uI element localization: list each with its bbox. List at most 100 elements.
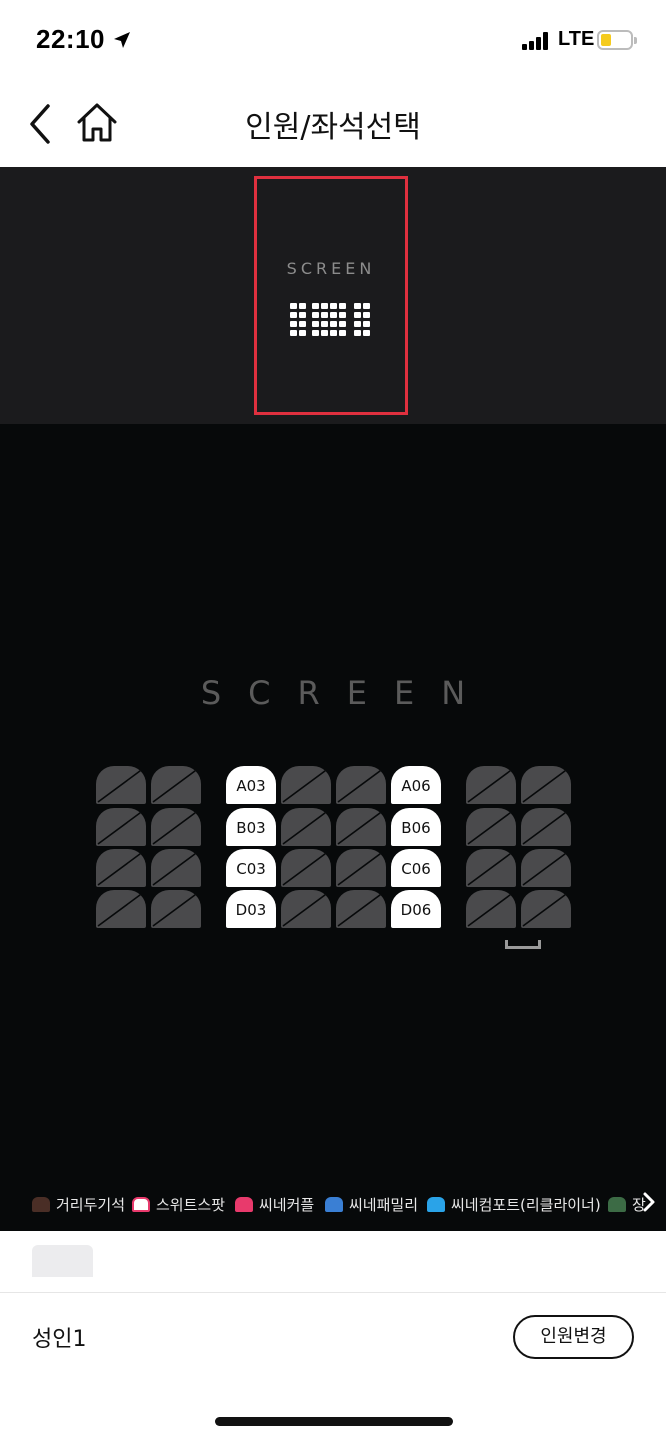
location-arrow-icon — [114, 32, 130, 48]
seat-unavailable — [521, 808, 571, 846]
seat-unavailable — [151, 849, 201, 887]
seat-unavailable — [281, 766, 331, 804]
seat-available[interactable]: D06 — [391, 890, 441, 928]
minimap-seat-dot — [312, 303, 319, 309]
minimap-seat-dot — [339, 330, 346, 336]
page-title: 인원/좌석선택 — [245, 110, 421, 145]
seat-map: SCREEN A03 A06 B03 B06 C03 C06 D03 D06 — [0, 424, 666, 1231]
minimap-seat-dot — [363, 312, 370, 318]
legend-label: 씨네패밀리 — [349, 1195, 419, 1214]
minimap-seat-dot — [299, 303, 306, 309]
seat-unavailable — [336, 808, 386, 846]
seat-unavailable — [466, 766, 516, 804]
minimap-seat-dot — [363, 303, 370, 309]
minimap-seat-dot — [354, 303, 361, 309]
minimap-seat-dot — [354, 330, 361, 336]
legend-label: 씨네커플 — [259, 1195, 315, 1214]
screen-label: SCREEN — [200, 674, 493, 712]
legend-item-cine-family: 씨네패밀리 — [325, 1184, 418, 1224]
seat-available[interactable]: C06 — [391, 849, 441, 887]
minimap-seat-grid — [290, 303, 376, 343]
seat-unavailable — [151, 808, 201, 846]
minimap-seat-dot — [339, 321, 346, 327]
minimap-seat-dot — [321, 312, 328, 318]
seat-available[interactable]: D03 — [226, 890, 276, 928]
home-indicator — [215, 1417, 453, 1426]
minimap-seat-dot — [363, 321, 370, 327]
legend-label: 씨네컴포트(리클라이너) — [451, 1195, 601, 1214]
seat-available[interactable]: A06 — [391, 766, 441, 804]
seat-unavailable — [151, 766, 201, 804]
seat-legend: 거리두기석 스위트스팟 씨네커플 씨네패밀리 씨네컴포트(리클라이너) 장 — [0, 1184, 666, 1224]
bottom-panel: 성인1 인원변경 — [0, 1231, 666, 1441]
change-people-button[interactable]: 인원변경 — [513, 1315, 634, 1359]
minimap-seat-dot — [321, 303, 328, 309]
legend-item-sweet-spot: 스위트스팟 — [132, 1184, 225, 1224]
bottom-tab-chip[interactable] — [32, 1245, 93, 1277]
minimap-viewport-frame[interactable]: SCREEN — [254, 176, 408, 415]
minimap-seat-dot — [290, 312, 297, 318]
seat-bracket-marker — [505, 940, 541, 949]
seat-unavailable — [281, 849, 331, 887]
seat-unavailable — [466, 849, 516, 887]
seat-unavailable — [336, 766, 386, 804]
battery-icon — [597, 30, 637, 50]
legend-swatch — [32, 1196, 50, 1212]
minimap-seat-dot — [354, 321, 361, 327]
seat-unavailable — [96, 890, 146, 928]
minimap-seat-dot — [339, 303, 346, 309]
seat-unavailable — [336, 849, 386, 887]
minimap-seat-dot — [299, 330, 306, 336]
minimap-seat-dot — [354, 312, 361, 318]
minimap-seat-dot — [330, 321, 337, 327]
minimap-seat-dot — [330, 312, 337, 318]
minimap-seat-dot — [312, 330, 319, 336]
seat-available[interactable]: A03 — [226, 766, 276, 804]
seat-unavailable — [96, 849, 146, 887]
seat-available[interactable]: B03 — [226, 808, 276, 846]
legend-swatch — [427, 1196, 445, 1212]
divider — [0, 1292, 666, 1293]
legend-item-distancing: 거리두기석 — [32, 1184, 125, 1224]
minimap-seat-dot — [312, 321, 319, 327]
legend-label: 거리두기석 — [56, 1195, 126, 1214]
status-time: 22:10 — [36, 24, 105, 54]
seat-unavailable — [466, 808, 516, 846]
seat-unavailable — [466, 890, 516, 928]
minimap-seat-dot — [330, 303, 337, 309]
seat-unavailable — [521, 849, 571, 887]
legend-item-cine-couple: 씨네커플 — [235, 1184, 314, 1224]
network-type: LTE — [558, 28, 595, 50]
person-count-label: 성인1 — [32, 1327, 87, 1352]
minimap-seat-dot — [330, 330, 337, 336]
seat-unavailable — [281, 808, 331, 846]
legend-label: 스위트스팟 — [156, 1195, 226, 1214]
seat-unavailable — [96, 766, 146, 804]
minimap-seat-dot — [290, 321, 297, 327]
seat-available[interactable]: C03 — [226, 849, 276, 887]
seat-minimap: SCREEN — [0, 167, 666, 424]
legend-item-cine-comfort: 씨네컴포트(리클라이너) — [427, 1184, 601, 1224]
seat-unavailable — [336, 890, 386, 928]
legend-swatch — [325, 1196, 343, 1212]
minimap-seat-dot — [299, 321, 306, 327]
minimap-seat-dot — [321, 321, 328, 327]
seat-unavailable — [151, 890, 201, 928]
legend-swatch — [235, 1196, 253, 1212]
seat-unavailable — [521, 890, 571, 928]
legend-swatch — [132, 1196, 150, 1212]
seat-unavailable — [521, 766, 571, 804]
minimap-seat-dot — [363, 330, 370, 336]
signal-icon — [522, 32, 552, 50]
minimap-screen-label: SCREEN — [286, 259, 376, 278]
nav-bar: 인원/좌석선택 — [0, 80, 666, 167]
legend-swatch — [608, 1196, 626, 1212]
seat-available[interactable]: B06 — [391, 808, 441, 846]
seat-unavailable — [96, 808, 146, 846]
minimap-seat-dot — [339, 312, 346, 318]
minimap-seat-dot — [312, 312, 319, 318]
minimap-seat-dot — [299, 312, 306, 318]
chevron-right-icon[interactable] — [638, 1190, 660, 1214]
minimap-seat-dot — [290, 330, 297, 336]
minimap-seat-dot — [321, 330, 328, 336]
